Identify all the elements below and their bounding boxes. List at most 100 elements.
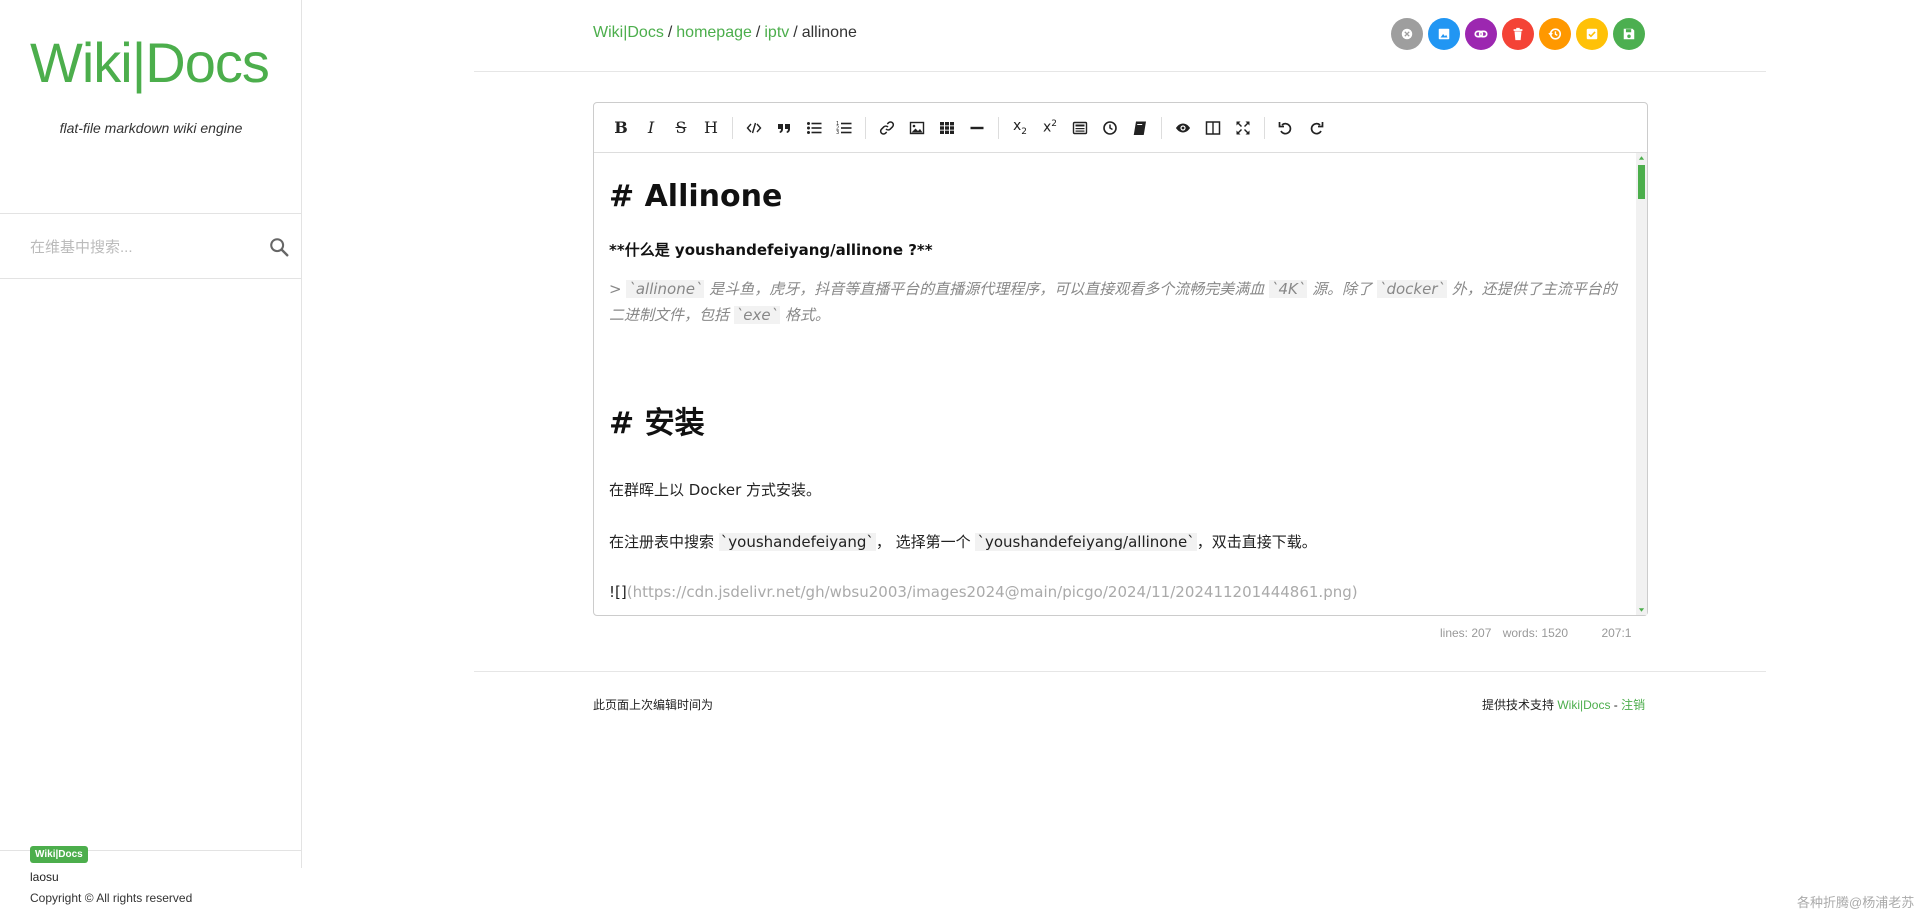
inline-code: `exe`	[733, 306, 781, 324]
breadcrumb-separator: /	[793, 24, 798, 41]
heading-button[interactable]: H	[696, 113, 726, 143]
undo-icon	[1278, 121, 1292, 134]
redo-button[interactable]	[1301, 113, 1331, 143]
strikethrough-button[interactable]: S	[666, 113, 696, 143]
code-button[interactable]	[739, 113, 769, 143]
close-button[interactable]	[1391, 18, 1423, 50]
action-toolbar	[1391, 18, 1645, 50]
history-button[interactable]	[1539, 18, 1571, 50]
subscript-button[interactable]: x2	[1005, 113, 1035, 143]
inline-code: `4K`	[1269, 280, 1308, 298]
quote-text: 格式。	[780, 306, 830, 324]
clock-icon	[1103, 120, 1117, 135]
insert-link-button[interactable]	[872, 113, 902, 143]
word-count: words: 1520	[1502, 626, 1569, 640]
quote-icon	[778, 123, 790, 133]
side-by-side-button[interactable]	[1198, 113, 1228, 143]
checklist-button[interactable]	[1576, 18, 1608, 50]
close-icon	[1401, 28, 1413, 40]
horizontal-rule-button[interactable]	[962, 113, 992, 143]
markdown-bold-line: **什么是 youshandefeiyang/allinone ?**	[609, 241, 933, 259]
svg-text:3: 3	[836, 130, 839, 136]
history-icon	[1548, 28, 1562, 40]
italic-button[interactable]: I	[636, 113, 666, 143]
inline-code: `youshandefeiyang`	[718, 533, 876, 551]
search-input[interactable]	[30, 234, 250, 260]
breadcrumb-iptv[interactable]: iptv	[764, 24, 789, 41]
quote-text: 是斗鱼，虎牙，抖音等直播平台的直播源代理程序，可以直接观看多个流畅完美满血	[704, 280, 1270, 298]
link-button[interactable]	[1465, 18, 1497, 50]
divider	[474, 71, 1766, 72]
search-icon[interactable]	[268, 236, 290, 258]
insert-image-button[interactable]	[1428, 18, 1460, 50]
expand-icon	[1236, 121, 1250, 134]
image-icon	[909, 121, 925, 134]
toolbar-separator	[865, 116, 866, 139]
save-icon	[1623, 28, 1635, 40]
markdown-heading: # 安装	[609, 406, 705, 441]
editor-statusbar: lines: 207 words: 1520 207:1	[1440, 626, 1639, 640]
cursor-position: 207:1	[1601, 626, 1632, 640]
eye-icon	[1176, 123, 1190, 132]
markdown-paragraph: 在群晖上以 Docker 方式安装。	[609, 481, 822, 499]
markdown-editor: B I S H 123 x2 x2 # Allinone **什么是 yoush…	[593, 102, 1648, 616]
breadcrumb-separator: /	[755, 24, 761, 41]
markdown-blockquote: > `allinone` 是斗鱼，虎牙，抖音等直播平台的直播源代理程序，可以直接…	[609, 276, 1619, 328]
superscript-button[interactable]: x2	[1035, 113, 1065, 143]
bold-button[interactable]: B	[606, 113, 636, 143]
image-url: (https://cdn.jsdelivr.net/gh/wbsu2003/im…	[626, 583, 1358, 601]
wikidocs-link[interactable]: Wiki|Docs	[1557, 698, 1610, 712]
timestamp-button[interactable]	[1095, 113, 1125, 143]
breadcrumb-current: allinone	[801, 24, 857, 41]
divider	[474, 671, 1766, 672]
inline-code: `youshandefeiyang/allinone`	[975, 533, 1197, 551]
logout-link[interactable]: 注销	[1621, 698, 1645, 712]
fullscreen-button[interactable]	[1228, 113, 1258, 143]
last-edited-text: 此页面上次编辑时间为	[593, 698, 714, 712]
breadcrumb-homepage[interactable]: homepage	[676, 24, 752, 41]
toolbar-separator	[732, 116, 733, 139]
paragraph-text: ， 选择第一个	[875, 533, 976, 551]
breadcrumb-home[interactable]: Wiki|Docs	[593, 24, 664, 41]
watermark: 各种折腾@杨浦老苏	[1797, 895, 1915, 910]
quote-text: 源。除了	[1307, 280, 1377, 298]
logo[interactable]: Wiki|Docs	[30, 30, 270, 95]
list-ol-icon: 123	[836, 121, 852, 136]
template-button[interactable]	[1065, 113, 1095, 143]
editor-scrollbar[interactable]	[1636, 153, 1647, 615]
quote-text: >	[609, 280, 627, 298]
link-icon	[1474, 30, 1488, 38]
toolbar-separator	[998, 116, 999, 139]
insert-image-button[interactable]	[902, 113, 932, 143]
markdown-image-link: ![](https://cdn.jsdelivr.net/gh/wbsu2003…	[609, 583, 1358, 601]
code-icon	[746, 122, 762, 133]
ordered-list-button[interactable]: 123	[829, 113, 859, 143]
editor-toolbar: B I S H 123 x2 x2	[594, 103, 1647, 153]
image-syntax: ![]	[609, 583, 627, 601]
brand-badge[interactable]: Wiki|Docs	[30, 846, 88, 863]
powered-by-label: 提供技术支持	[1482, 698, 1558, 712]
delete-button[interactable]	[1502, 18, 1534, 50]
sidebar: Wiki|Docs flat-file markdown wiki engine	[0, 0, 302, 868]
save-button[interactable]	[1613, 18, 1645, 50]
insert-table-button[interactable]	[932, 113, 962, 143]
undo-button[interactable]	[1271, 113, 1301, 143]
breadcrumb-separator: /	[667, 24, 673, 41]
scroll-up-icon[interactable]	[1638, 155, 1645, 161]
toolbar-separator	[1264, 116, 1265, 139]
footer-credits: 提供技术支持 Wiki|Docs - 注销	[1482, 696, 1645, 713]
username: laosu	[30, 870, 59, 884]
wiki-link-button[interactable]	[1125, 113, 1155, 143]
tagline: flat-file markdown wiki engine	[59, 120, 243, 136]
divider	[0, 278, 302, 279]
preview-button[interactable]	[1168, 113, 1198, 143]
scroll-thumb[interactable]	[1638, 165, 1645, 199]
unordered-list-button[interactable]	[799, 113, 829, 143]
newspaper-icon	[1072, 121, 1088, 134]
editor-content[interactable]: # Allinone **什么是 youshandefeiyang/allino…	[609, 153, 1627, 615]
sidebar-footer: Wiki|Docs	[30, 844, 88, 863]
trash-icon	[1513, 27, 1523, 41]
quote-button[interactable]	[769, 113, 799, 143]
scroll-down-icon[interactable]	[1638, 607, 1645, 613]
list-ul-icon	[807, 121, 822, 134]
